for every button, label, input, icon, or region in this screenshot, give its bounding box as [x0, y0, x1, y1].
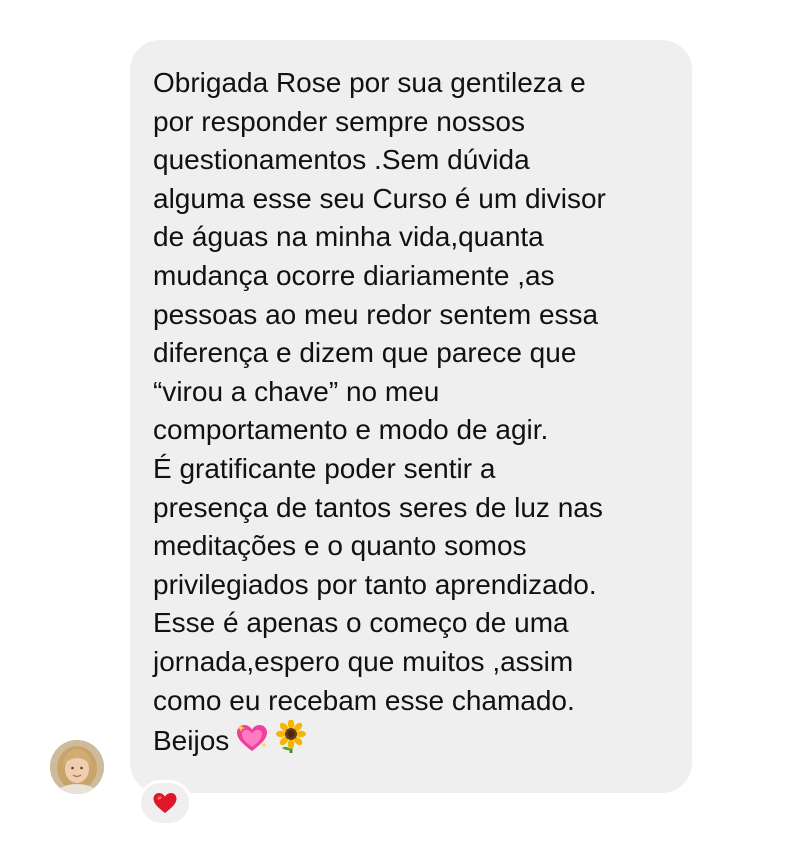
message-line: de águas na minha vida,quanta: [153, 221, 544, 253]
message-line: como eu recebam esse chamado.: [153, 684, 575, 716]
message-line: jornada,espero que muitos ,assim: [153, 645, 574, 677]
chat-thread: Obrigada Rose por sua gentileza e por re…: [0, 0, 800, 857]
message-line: Beijos: [153, 725, 230, 757]
message-line: É gratificante poder sentir a: [153, 452, 496, 484]
message-line: questionamentos .Sem dúvida: [153, 144, 530, 176]
message-line: meditações e o quanto somos: [153, 530, 527, 562]
avatar-photo: [50, 740, 104, 794]
message-text: Obrigada Rose por sua gentileza e por re…: [153, 64, 674, 761]
message-line: comportamento e modo de agir.: [153, 414, 549, 446]
message-line: Obrigada Rose por sua gentileza e: [153, 67, 586, 98]
message-last-line: Beijos: [153, 719, 674, 761]
sunflower-icon: [275, 719, 307, 760]
message-line: mudança ocorre diariamente ,as: [153, 259, 555, 291]
message-line: privilegiados por tanto aprendizado.: [153, 568, 597, 600]
message-line: presença de tantos seres de luz nas: [153, 491, 603, 523]
message-line: Esse é apenas o começo de uma: [153, 607, 569, 639]
sender-avatar[interactable]: [50, 740, 104, 794]
message-bubble[interactable]: Obrigada Rose por sua gentileza e por re…: [130, 40, 692, 793]
reaction-badge[interactable]: [138, 780, 192, 826]
message-line: diferença e dizem que parece que: [153, 337, 577, 369]
message-line: “virou a chave” no meu: [153, 375, 440, 407]
red-heart-icon: [153, 793, 177, 813]
message-line: alguma esse seu Curso é um divisor: [153, 182, 606, 214]
message-line: por responder sempre nossos: [153, 105, 525, 137]
message-line: pessoas ao meu redor sentem essa: [153, 298, 599, 330]
sparkling-heart-icon: [235, 722, 269, 760]
